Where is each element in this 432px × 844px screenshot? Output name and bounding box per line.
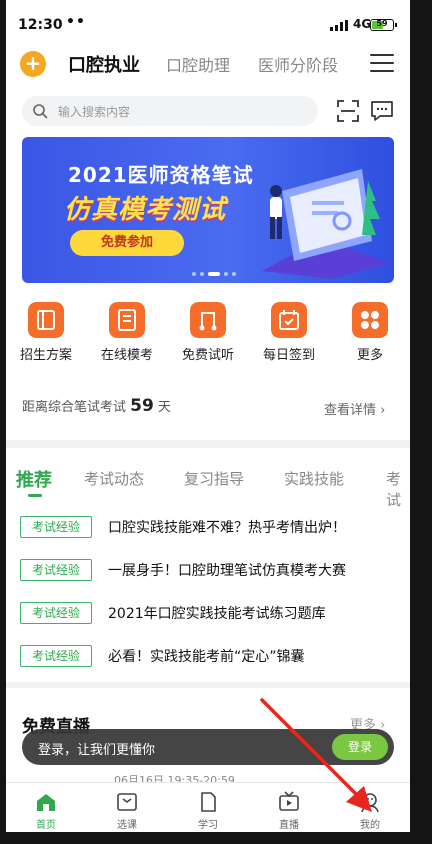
search-icon [33,104,48,119]
scan-icon[interactable] [336,99,360,123]
news-section: 推荐 考试动态 复习指导 实践技能 考试 考试经验 口腔实践技能难不难？热乎考情… [6,448,410,682]
news-tag: 考试经验 [20,559,92,581]
news-tag: 考试经验 [20,602,92,624]
news-tab-shijian-jineng[interactable]: 实践技能 [284,468,344,489]
search-placeholder: 输入搜索内容 [58,105,131,119]
banner-subtitle: 仿真模考测试 [64,195,227,225]
status-dots: •• [66,14,86,30]
course-icon [117,793,137,811]
top-nav: + 口腔执业 口腔助理 医师分阶段 [6,44,410,88]
exam-countdown: 距离综合笔试考试 59 天 [22,396,171,416]
news-title: 一展身手！口腔助理笔试仿真模考大赛 [108,563,346,579]
red-arrow-annotation [260,698,372,812]
tabbar-label: 学习 [198,820,218,831]
quick-mianfei-shiting[interactable]: 免费试听 [168,298,248,368]
device-bezel-left [0,0,6,844]
banner-illustration [262,169,390,279]
calendar-check-icon [271,302,307,338]
quick-label: 招生方案 [19,348,72,363]
tabbar-home[interactable]: 首页 [6,783,86,832]
menu-icon[interactable] [370,52,396,74]
countdown-prefix: 距离综合笔试考试 [22,400,127,415]
battery-level: 59 [376,19,388,28]
news-title: 2021年口腔实践技能考试练习题库 [108,606,326,622]
countdown-days: 59 [130,396,154,416]
status-bar: 12:30 •• 4G 59 [6,0,410,44]
search-bar[interactable]: 输入搜索内容 [22,96,318,126]
quick-label: 在线模考 [100,348,153,363]
news-item[interactable]: 考试经验 2021年口腔实践技能考试练习题库 [20,600,410,628]
news-tag: 考试经验 [20,516,92,538]
quick-zhaosheng-fangan[interactable]: 招生方案 [6,298,86,368]
device-bezel-bottom [0,832,432,844]
network-label: 4G [353,17,372,31]
quick-meiri-qiandao[interactable]: 每日签到 [249,298,329,368]
banner-pager [192,272,252,278]
news-title: 必看！实践技能考前“定心”锦囊 [108,649,305,665]
tabbar-courses[interactable]: 选课 [87,783,167,832]
chevron-right-icon: › [380,403,386,418]
quick-gengduo[interactable]: 更多 [330,298,410,368]
quick-label: 每日签到 [262,348,315,363]
view-details-link[interactable]: 查看详情 › [324,399,385,418]
active-tab-indicator [28,494,42,497]
quick-label: 更多 [356,348,383,363]
view-details-label: 查看详情 [324,403,377,418]
news-tab-kaoshi-dongtai[interactable]: 考试动态 [84,468,144,489]
battery-icon: 59 [370,19,397,31]
banner-join-button[interactable]: 免费参加 [70,230,184,256]
tab-kouqiang-zhuli[interactable]: 口腔助理 [166,52,230,76]
banner-title: 2021医师资格笔试 [68,163,254,187]
tab-yishi-fenjieduan[interactable]: 医师分阶段 [258,52,338,76]
more-grid-icon [352,302,388,338]
news-item[interactable]: 考试经验 口腔实践技能难不难？热乎考情出炉！ [20,514,410,542]
tabbar-label: 首页 [36,820,56,831]
status-time: 12:30 [18,17,63,33]
quick-entry-row: 招生方案 在线模考 免费试听 每日签到 更多 [6,298,410,368]
tabbar-label: 选课 [117,820,137,831]
signal-icon [330,20,350,31]
news-title: 口腔实践技能难不难？热乎考情出炉！ [108,520,346,536]
quick-label: 免费试听 [181,348,234,363]
app-logo-icon[interactable]: + [20,51,46,77]
device-bezel-right [410,0,432,844]
exam-icon [109,302,145,338]
tab-kouqiang-zhiye[interactable]: 口腔执业 [68,51,140,77]
message-icon[interactable] [370,99,394,123]
promo-banner[interactable]: 2021医师资格笔试 仿真模考测试 免费参加 [22,137,394,283]
home-icon [37,794,55,811]
book-icon [28,302,64,338]
news-item[interactable]: 考试经验 必看！实践技能考前“定心”锦囊 [20,643,410,671]
quick-zaixian-mokao[interactable]: 在线模考 [87,298,167,368]
news-tab-kaoshi[interactable]: 考试 [386,468,410,510]
music-icon [190,302,226,338]
news-tab-tuijian[interactable]: 推荐 [16,466,52,492]
tabbar-study[interactable]: 学习 [168,783,248,832]
home-top-section: 12:30 •• 4G 59 + 口腔执业 口腔助理 医师分阶段 输入搜索内容 … [6,0,410,440]
login-prompt-text: 登录，让我们更懂你 [38,743,156,758]
news-tag: 考试经验 [20,645,92,667]
phone-screen: 12:30 •• 4G 59 + 口腔执业 口腔助理 医师分阶段 输入搜索内容 … [0,0,432,844]
news-tab-fuxi-zhidao[interactable]: 复习指导 [184,468,244,489]
study-icon [201,792,216,812]
news-item[interactable]: 考试经验 一展身手！口腔助理笔试仿真模考大赛 [20,557,410,585]
countdown-suffix: 天 [157,400,171,415]
